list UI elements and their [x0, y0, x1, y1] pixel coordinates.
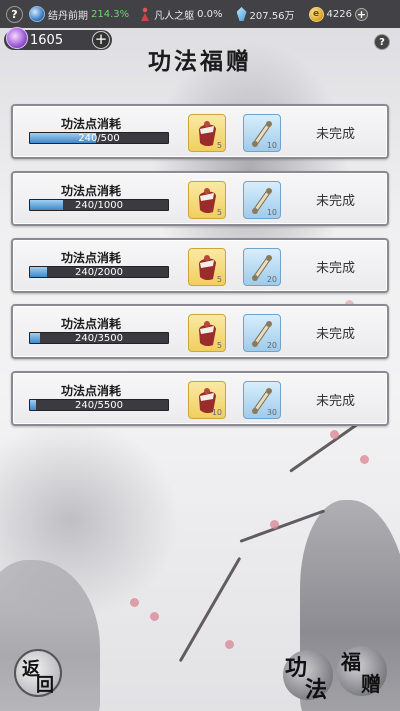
- page-title: 功法福赠: [148, 48, 252, 75]
- reward-quantity: 20: [266, 275, 277, 284]
- reward-scroll-item[interactable]: 20: [243, 248, 281, 286]
- reward-scroll-item[interactable]: 20: [243, 314, 281, 352]
- reward-quantity: 5: [216, 208, 222, 217]
- realm-label: 结丹前期: [48, 10, 88, 22]
- spirit-stone-value: 207.56万: [249, 10, 295, 22]
- task-progress-text: 240/2000: [75, 267, 123, 278]
- gold-stat[interactable]: e 4226 +: [308, 6, 368, 22]
- task-card: 功法点消耗 240/1000 5 10 未完成: [11, 171, 389, 226]
- add-gold-button[interactable]: +: [355, 7, 368, 21]
- task-label: 功法点消耗: [61, 317, 122, 331]
- reward-quantity: 5: [216, 141, 222, 150]
- reward-quantity: 10: [266, 208, 277, 217]
- task-card: 功法点消耗 240/3500 5 20 未完成: [11, 304, 389, 359]
- task-progress-text: 240/1000: [75, 200, 123, 211]
- reward-quantity: 20: [266, 341, 277, 350]
- task-status[interactable]: 未完成: [316, 390, 355, 409]
- reward-pouch-item[interactable]: 10: [188, 381, 226, 419]
- back-button[interactable]: 返 回: [14, 649, 62, 697]
- task-status[interactable]: 未完成: [316, 123, 355, 142]
- realm-percent: 214.3%: [91, 8, 130, 20]
- body-figure-icon: [141, 7, 150, 21]
- gift-char-2: 法: [305, 677, 328, 703]
- reward-scroll-item[interactable]: 10: [243, 181, 281, 219]
- task-progress-bar: 240/3500: [29, 332, 169, 344]
- task-progress-text: 240/500: [78, 133, 120, 144]
- task-card: 功法点消耗 240/2000 5 20 未完成: [11, 238, 389, 293]
- task-status[interactable]: 未完成: [316, 257, 355, 276]
- top-status-bar: ? 结丹前期 214.3% 凡人之躯 0.0% 207.56万 e 4226 +: [0, 0, 400, 28]
- task-label: 功法点消耗: [61, 184, 122, 198]
- reward-pouch-item[interactable]: 5: [188, 181, 226, 219]
- task-label: 功法点消耗: [61, 251, 122, 265]
- help-icon[interactable]: ?: [6, 5, 23, 23]
- gold-coin-icon: e: [308, 6, 324, 22]
- task-progress-bar: 240/1000: [29, 199, 169, 211]
- spirit-stone-icon: [236, 7, 247, 21]
- reward-quantity: 5: [216, 275, 222, 284]
- task-status[interactable]: 未完成: [316, 190, 355, 209]
- gift-char-4: 赠: [361, 672, 381, 696]
- reward-scroll-item[interactable]: 10: [243, 114, 281, 152]
- task-progress-bar: 240/2000: [29, 266, 169, 278]
- back-char-2: 回: [36, 675, 54, 696]
- body-stat[interactable]: 凡人之躯 0.0%: [139, 7, 223, 22]
- task-progress-text: 240/5500: [75, 400, 123, 411]
- task-progress-bar: 240/5500: [29, 399, 169, 411]
- realm-stat[interactable]: 结丹前期 214.3%: [29, 6, 129, 22]
- technique-gift-button[interactable]: 功 法 福 赠: [283, 644, 387, 703]
- reward-pouch-item[interactable]: 5: [188, 248, 226, 286]
- realm-orb-icon: [29, 6, 45, 22]
- gift-char-3: 福: [341, 650, 361, 674]
- reward-quantity: 5: [216, 341, 222, 350]
- reward-scroll-item[interactable]: 30: [243, 381, 281, 419]
- spirit-stone-stat[interactable]: 207.56万: [236, 7, 295, 22]
- body-percent: 0.0%: [197, 8, 223, 20]
- task-status[interactable]: 未完成: [316, 323, 355, 342]
- task-card: 功法点消耗 240/500 5 10 未完成: [11, 104, 389, 159]
- reward-pouch-item[interactable]: 5: [188, 114, 226, 152]
- reward-quantity: 10: [211, 408, 222, 417]
- reward-quantity: 10: [266, 141, 277, 150]
- task-progress-text: 240/3500: [75, 333, 123, 344]
- task-label: 功法点消耗: [61, 384, 122, 398]
- task-progress-bar: 240/500: [29, 132, 169, 144]
- reward-quantity: 30: [266, 408, 277, 417]
- task-card: 功法点消耗 240/5500 10 30 未完成: [11, 371, 389, 426]
- task-label: 功法点消耗: [61, 117, 122, 131]
- reward-pouch-item[interactable]: 5: [188, 314, 226, 352]
- gold-value: 4226: [326, 8, 352, 20]
- body-label: 凡人之躯: [154, 10, 195, 22]
- gift-char-1: 功: [285, 655, 308, 681]
